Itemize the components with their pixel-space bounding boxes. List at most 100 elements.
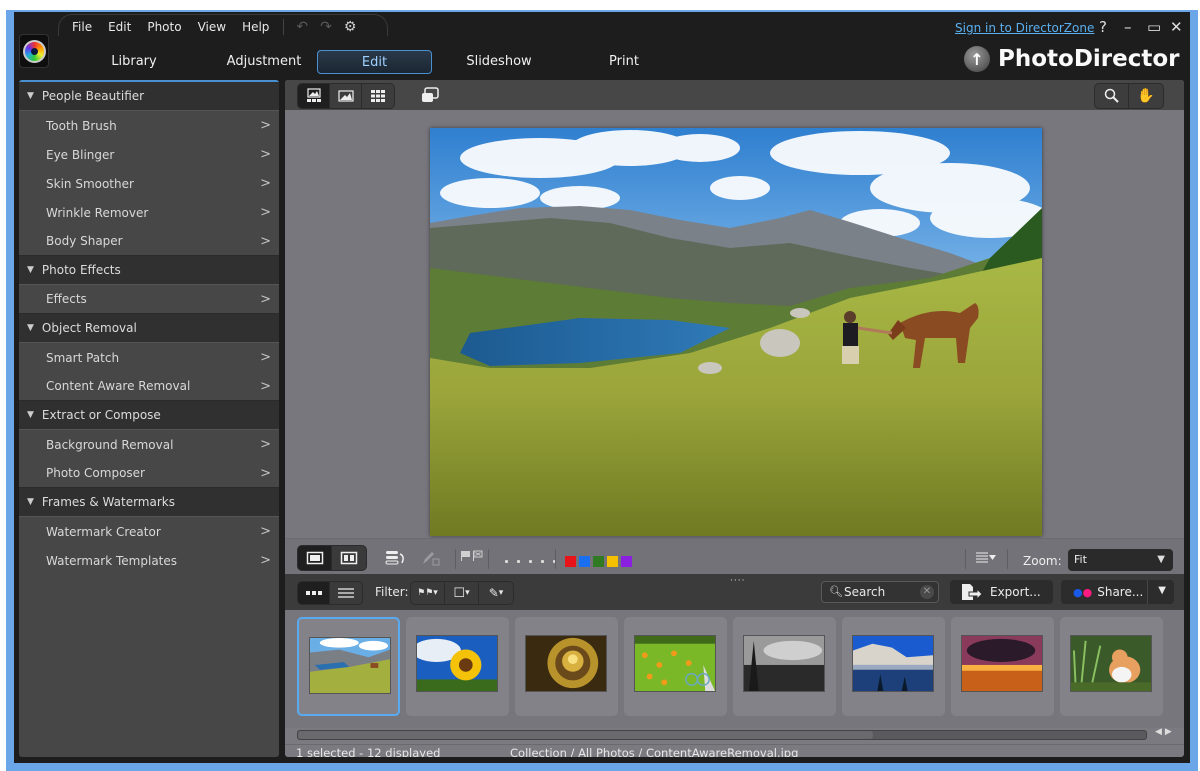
panel-resize-grip[interactable]: ····: [730, 576, 745, 586]
search-field[interactable]: 🔍︎ ✕: [821, 581, 939, 603]
rating-star-dot[interactable]: [529, 560, 532, 563]
tab-print[interactable]: Print: [584, 50, 664, 74]
upload-arrow-icon[interactable]: ↑: [964, 46, 990, 72]
item-label: Skin Smoother: [46, 176, 134, 191]
single-view-button[interactable]: [330, 84, 362, 108]
pan-tool-button[interactable]: ✋: [1129, 84, 1163, 108]
item-label: Watermark Creator: [46, 524, 161, 539]
share-button[interactable]: ●● Share... ▼: [1061, 580, 1174, 604]
tab-edit[interactable]: Edit: [317, 50, 432, 74]
close-button[interactable]: ✕: [1170, 18, 1183, 36]
section-title: Frames & Watermarks: [41, 495, 175, 509]
menu-help[interactable]: Help: [234, 20, 277, 34]
zoom-dropdown[interactable]: Fit ▼: [1068, 549, 1173, 571]
section-people-beautifier[interactable]: ▼ People Beautifier: [19, 82, 279, 111]
filter-group: ⚑⚑▾ ☐ ▾ ✎ ▾: [410, 581, 514, 605]
export-button[interactable]: Export...: [950, 580, 1053, 604]
tab-adjustment[interactable]: Adjustment: [209, 50, 319, 74]
panel-item-smart-patch[interactable]: Smart Patch >: [19, 343, 279, 372]
brand: ↑ PhotoDirector: [964, 46, 1180, 72]
maximize-button[interactable]: ▭: [1147, 18, 1161, 36]
filmstrip-scrollbar[interactable]: [297, 730, 1147, 740]
app-logo[interactable]: [19, 34, 49, 68]
sort-menu-button[interactable]: [975, 550, 997, 567]
flag-filter-dropdown[interactable]: ⚑⚑▾: [411, 582, 445, 604]
minimize-button[interactable]: –: [1124, 18, 1132, 36]
panel-item-watermark-templates[interactable]: Watermark Templates >: [19, 546, 279, 575]
tab-library[interactable]: Library: [89, 50, 179, 74]
flag-button[interactable]: [460, 549, 486, 568]
square-icon: ☐: [453, 585, 466, 601]
dropdown-arrow-icon: ▼: [1157, 554, 1165, 565]
redo-icon[interactable]: ↷: [314, 19, 338, 35]
section-extract-or-compose[interactable]: ▼ Extract or Compose: [19, 401, 279, 430]
scroll-left-icon[interactable]: ◀: [1155, 727, 1165, 737]
color-label-swatch[interactable]: [579, 556, 590, 567]
color-label-swatch[interactable]: [621, 556, 632, 567]
clear-search-icon[interactable]: ✕: [920, 585, 934, 599]
section-photo-effects[interactable]: ▼ Photo Effects: [19, 256, 279, 285]
thumbnail-item[interactable]: [515, 617, 618, 716]
signin-directorzone-link[interactable]: Sign in to DirectorZone: [955, 21, 1094, 35]
scroll-right-icon[interactable]: ▶: [1165, 727, 1175, 737]
thumbnail-item[interactable]: [1060, 617, 1163, 716]
tab-slideshow[interactable]: Slideshow: [454, 50, 544, 74]
thumbnail-layout-button[interactable]: [298, 582, 330, 604]
export-label: Export...: [990, 585, 1041, 599]
thumbnail-item[interactable]: [297, 617, 400, 716]
dropdown-arrow-icon[interactable]: ▼: [1158, 585, 1166, 596]
menu-photo[interactable]: Photo: [139, 20, 189, 34]
label-filter-dropdown[interactable]: ☐ ▾: [445, 582, 479, 604]
thumbnail-item[interactable]: [406, 617, 509, 716]
panel-item-content-aware-removal[interactable]: Content Aware Removal >: [19, 372, 279, 401]
menu-file[interactable]: File: [64, 20, 100, 34]
panel-item-watermark-creator[interactable]: Watermark Creator >: [19, 517, 279, 546]
thumbnail-item[interactable]: [842, 617, 945, 716]
chevron-right-icon: >: [260, 350, 271, 365]
panel-item-effects[interactable]: Effects >: [19, 285, 279, 314]
thumbnails-icon: [305, 591, 322, 595]
section-frames-watermarks[interactable]: ▼ Frames & Watermarks: [19, 488, 279, 517]
panel-item-tooth-brush[interactable]: Tooth Brush >: [19, 111, 279, 140]
thumbnail-item[interactable]: [951, 617, 1054, 716]
search-input[interactable]: [844, 584, 914, 600]
filmstrip-view-button[interactable]: [298, 84, 330, 108]
thumbnail-item[interactable]: [624, 617, 727, 716]
grid-icon: [371, 90, 385, 102]
menu-view[interactable]: View: [190, 20, 234, 34]
panel-item-skin-smoother[interactable]: Skin Smoother >: [19, 169, 279, 198]
section-object-removal[interactable]: ▼ Object Removal: [19, 314, 279, 343]
single-compare-button[interactable]: [298, 546, 332, 570]
fullscreen-button[interactable]: [420, 86, 440, 107]
color-label-swatch[interactable]: [565, 556, 576, 567]
scrollbar-thumb[interactable]: [298, 731, 873, 739]
grid-view-button[interactable]: [362, 84, 394, 108]
undo-icon[interactable]: ↶: [290, 19, 314, 35]
panel-item-wrinkle-remover[interactable]: Wrinkle Remover >: [19, 198, 279, 227]
main-photo[interactable]: [430, 128, 1042, 536]
help-button[interactable]: ?: [1099, 18, 1107, 36]
panel-item-background-removal[interactable]: Background Removal >: [19, 430, 279, 459]
rating-star-dot[interactable]: [517, 560, 520, 563]
collapse-triangle-icon: ▼: [27, 410, 34, 420]
list-layout-button[interactable]: [330, 582, 362, 604]
side-by-side-button[interactable]: [332, 546, 366, 570]
rating-star-dot[interactable]: [541, 560, 544, 563]
menu-edit[interactable]: Edit: [100, 20, 139, 34]
share-label: Share...: [1097, 585, 1144, 599]
panel-item-body-shaper[interactable]: Body Shaper >: [19, 227, 279, 256]
filmstrip: [285, 610, 1184, 728]
panel-item-eye-blinger[interactable]: Eye Blinger >: [19, 140, 279, 169]
thumbnail-item[interactable]: [733, 617, 836, 716]
brush-button[interactable]: [421, 549, 441, 570]
toolbar-divider: [555, 549, 556, 569]
settings-gear-icon[interactable]: ⚙: [338, 19, 363, 35]
rating-star-dot[interactable]: [505, 560, 508, 563]
color-label-swatch[interactable]: [593, 556, 604, 567]
history-button[interactable]: [385, 549, 407, 570]
zoom-tool-button[interactable]: [1095, 84, 1129, 108]
edit-filter-dropdown[interactable]: ✎ ▾: [479, 582, 513, 604]
landscape-photo: [430, 128, 1042, 536]
panel-item-photo-composer[interactable]: Photo Composer >: [19, 459, 279, 488]
color-label-swatch[interactable]: [607, 556, 618, 567]
